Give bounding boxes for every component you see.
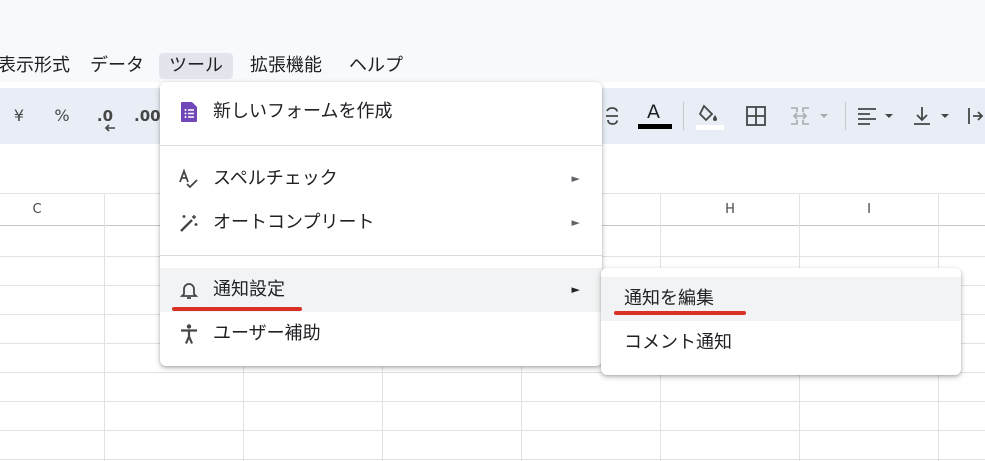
strikethrough-button[interactable] [600, 102, 624, 130]
increase-decimal-button[interactable]: .00 [134, 102, 160, 130]
menu-item-label: スペルチェック [213, 168, 338, 189]
text-color-letter: A [647, 101, 660, 123]
menu-item-accessibility[interactable]: ユーザー補助 [160, 312, 602, 356]
tools-dropdown-menu: 新しいフォームを作成 スペルチェック ► オートコンプリート ► 通知設定 ► … [160, 82, 602, 366]
increase-decimal-label: .00 [134, 107, 160, 125]
borders-icon [746, 106, 766, 126]
vertical-align-button[interactable] [911, 102, 955, 130]
annotation-underline [172, 307, 302, 311]
menu-item-new-form[interactable]: 新しいフォームを作成 [160, 90, 602, 134]
menu-item-label: オートコンプリート [213, 212, 375, 233]
arrow-left-small-icon [104, 124, 115, 132]
menu-bar: 表示形式 データ ツール 拡張機能 ヘルプ [0, 48, 985, 82]
text-wrap-icon [968, 108, 984, 124]
menu-item-label: ユーザー補助 [213, 323, 321, 344]
column-header-c[interactable]: C [0, 194, 105, 226]
paint-bucket-icon [696, 104, 724, 130]
spellcheck-icon [179, 168, 198, 189]
menu-item-comment-notifications[interactable]: コメント通知 [601, 321, 961, 365]
column-header-i[interactable]: I [800, 194, 939, 226]
strikethrough-icon [606, 107, 618, 125]
toolbar-separator [683, 102, 684, 130]
magic-wand-icon [180, 215, 198, 232]
bell-icon [179, 283, 199, 299]
menu-tools[interactable]: ツール [159, 53, 233, 79]
percent-button[interactable]: % [50, 102, 74, 130]
menu-item-autocomplete[interactable]: オートコンプリート ► [160, 201, 602, 245]
submenu-arrow-icon: ► [571, 216, 580, 229]
text-wrap-button[interactable] [966, 102, 985, 130]
align-bottom-icon [914, 107, 949, 125]
window-top-strip [0, 0, 985, 48]
menu-divider [160, 255, 602, 256]
submenu-arrow-icon: ► [571, 283, 580, 296]
decrease-decimal-label: .0 [96, 107, 114, 125]
menu-item-label: 通知設定 [213, 279, 285, 300]
currency-yen-button[interactable]: ¥ [8, 102, 30, 130]
menu-item-label: コメント通知 [624, 332, 732, 353]
menu-help[interactable]: ヘルプ [339, 53, 413, 79]
grid-line [0, 401, 985, 402]
forms-icon [181, 102, 197, 122]
merge-cells-icon [791, 107, 828, 125]
menu-data[interactable]: データ [80, 53, 154, 79]
menu-item-spellcheck[interactable]: スペルチェック ► [160, 157, 602, 201]
grid-line [0, 459, 985, 460]
align-left-icon [858, 108, 893, 125]
fill-color-button[interactable] [694, 102, 726, 130]
menu-divider [160, 145, 602, 146]
merge-cells-button[interactable] [788, 102, 832, 130]
notification-settings-submenu: 通知を編集 コメント通知 [601, 268, 961, 375]
menu-item-notification-settings[interactable]: 通知設定 ► [160, 268, 602, 312]
menu-extensions[interactable]: 拡張機能 [240, 53, 332, 79]
decrease-decimal-button[interactable]: .0 [90, 102, 120, 132]
toolbar-separator [845, 102, 846, 130]
menu-item-label: 新しいフォームを作成 [213, 101, 393, 122]
menu-format[interactable]: 表示形式 [0, 53, 80, 79]
submenu-arrow-icon: ► [571, 172, 580, 185]
grid-line [0, 430, 985, 431]
text-color-button[interactable]: A [638, 101, 672, 130]
column-header-h[interactable]: H [661, 194, 800, 226]
accessibility-icon [181, 324, 197, 344]
column-header[interactable] [939, 194, 985, 226]
text-color-swatch [638, 124, 672, 129]
borders-button[interactable] [744, 102, 768, 130]
annotation-underline [614, 311, 746, 315]
horizontal-align-button[interactable] [855, 102, 899, 130]
